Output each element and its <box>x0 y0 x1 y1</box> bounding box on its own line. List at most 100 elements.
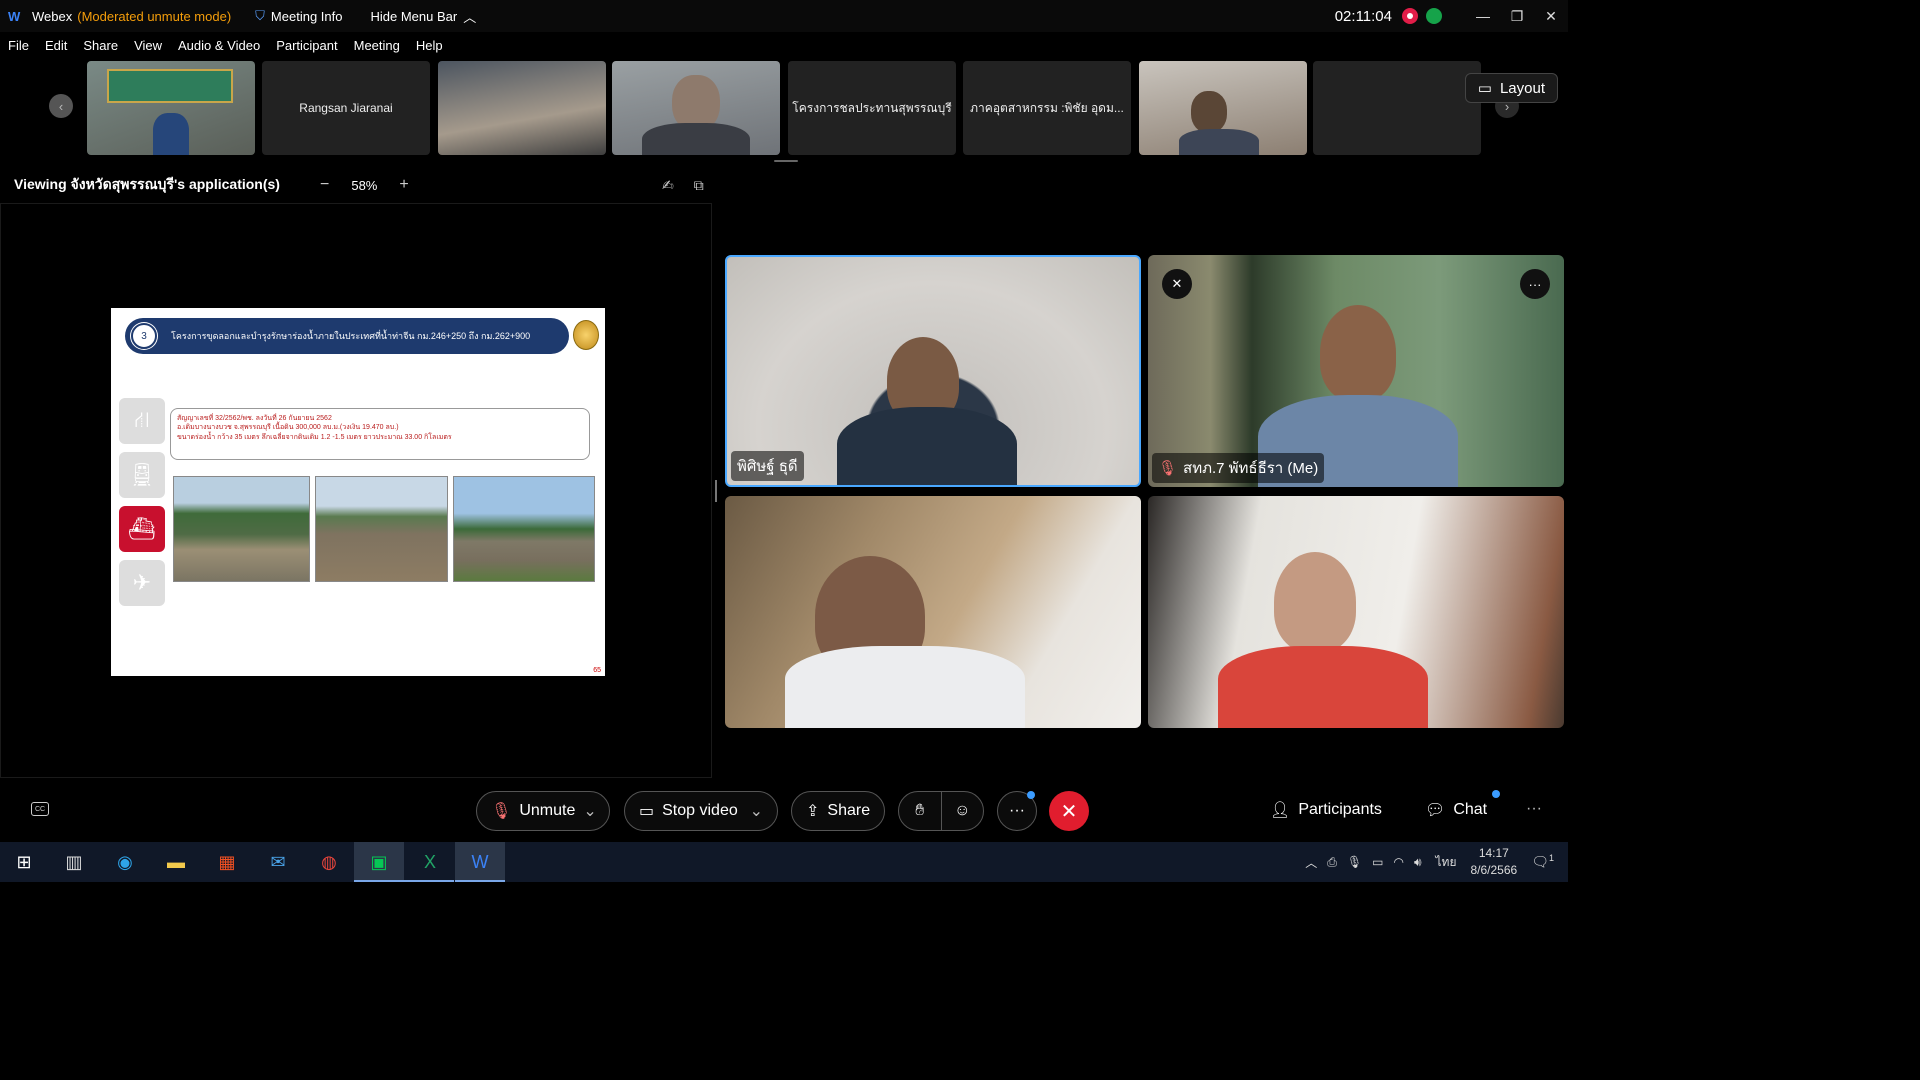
unpin-icon[interactable]: ✕ <box>1162 269 1192 299</box>
menu-view[interactable]: View <box>134 38 162 53</box>
video-name-label: 🎙︎ สทภ.7 พัทธ์ธีรา (Me) <box>1152 453 1325 483</box>
video-tile[interactable]: ✕ ··· 🎙︎ สทภ.7 พัทธ์ธีรา (Me) <box>1148 255 1564 487</box>
share-label: Share <box>827 802 871 819</box>
chrome-icon[interactable]: ◍ <box>315 848 343 876</box>
store-icon[interactable]: ▦ <box>213 848 241 876</box>
more-options-icon: ··· <box>1009 802 1025 819</box>
chevron-down-icon[interactable]: ⌄ <box>750 801 763 821</box>
filmstrip-tile[interactable]: ภาคอุตสาหกรรม :พิชัย อุดม... <box>963 61 1131 155</box>
participant-name: พิศิษฐ์ ธุดี <box>737 458 798 475</box>
chevron-up-icon[interactable]: ︿ <box>1305 854 1317 871</box>
menu-help[interactable]: Help <box>416 38 443 53</box>
layout-button[interactable]: ▭ Layout <box>1464 73 1558 103</box>
menu-bar: File Edit Share View Audio & Video Parti… <box>0 32 451 58</box>
pop-out-icon[interactable]: ⧉ <box>694 177 704 194</box>
filmstrip-tile[interactable]: Rangsan Jiaranai <box>262 61 430 155</box>
network-health-icon[interactable] <box>1426 8 1442 24</box>
notification-count: 1 <box>1548 853 1554 864</box>
mail-icon[interactable]: ✉ <box>264 848 292 876</box>
line-app-icon[interactable]: ▣ <box>365 848 393 876</box>
meet-icon[interactable]: ⎙ <box>1327 855 1337 870</box>
zoom-level[interactable]: 58% <box>351 178 377 193</box>
panel-splitter[interactable] <box>715 480 717 502</box>
filmstrip-tile[interactable] <box>612 61 780 155</box>
share-button[interactable]: ⇪ Share <box>791 791 885 831</box>
slide-header: 3 โครงการขุดลอกและบำรุงรักษาร่องน้ำภายใน… <box>125 318 569 354</box>
reactions-group: ✋︎ ☺ <box>898 791 984 831</box>
emblem-icon <box>573 320 599 350</box>
close-icon[interactable]: ✕ <box>1534 8 1568 25</box>
edge-browser-icon[interactable]: ◉ <box>111 848 139 876</box>
shared-content-area: 3 โครงการขุดลอกและบำรุงรักษาร่องน้ำภายใน… <box>0 203 712 778</box>
filmstrip-tile[interactable] <box>87 61 255 155</box>
filmstrip-tile[interactable]: โครงการชลประทานสุพรรณบุรี <box>788 61 956 155</box>
menu-edit[interactable]: Edit <box>45 38 67 53</box>
task-view-icon[interactable]: ▥ <box>60 848 88 876</box>
slide-line: อ.เดิมบางนางบวช จ.สุพรรณบุรี เนื้อดิน 30… <box>177 424 399 432</box>
video-tile[interactable]: พิศิษฐ์ ธุดี <box>725 255 1141 487</box>
raise-hand-icon[interactable]: ✋︎ <box>899 802 941 820</box>
annotate-icon[interactable]: ✍ <box>662 177 674 194</box>
hide-menu-bar-label: Hide Menu Bar <box>370 8 458 24</box>
filmstrip-resize-handle[interactable] <box>774 160 798 162</box>
filmstrip-prev-icon[interactable]: ‹ <box>49 94 73 118</box>
river-photo <box>453 476 595 582</box>
volume-icon[interactable]: 🔊︎ <box>1414 855 1422 870</box>
filmstrip-tile[interactable] <box>1139 61 1307 155</box>
file-explorer-icon[interactable]: ▬ <box>162 848 190 876</box>
close-icon: ✕ <box>1060 800 1078 823</box>
notification-dot <box>1027 791 1035 799</box>
more-panels-icon[interactable]: ··· <box>1526 800 1542 818</box>
ship-icon: ⛴ <box>119 506 165 552</box>
layout-icon: ▭ <box>1477 80 1492 97</box>
closed-captions-icon[interactable]: CC <box>31 802 49 816</box>
muted-mic-icon: 🎙︎ <box>491 803 512 820</box>
menu-meeting[interactable]: Meeting <box>354 38 400 53</box>
meeting-control-bar: CC 🎙︎ Unmute ⌄ ▭ Stop video ⌄ ⇪ Share ✋︎… <box>0 786 1568 836</box>
participant-video <box>1274 552 1356 652</box>
system-tray: ︿ ⎙ 🎙︎ ▭ ◠ 🔊︎ ไทย 14:17 8/6/2566 🗨︎1 <box>1305 842 1568 882</box>
windows-start-icon[interactable]: ⊞ <box>10 848 38 876</box>
more-options-icon[interactable]: ··· <box>1520 269 1550 299</box>
filmstrip-tile[interactable] <box>1313 61 1481 155</box>
zoom-in-button[interactable]: + <box>399 176 408 194</box>
participants-button[interactable]: 👤︎ Participants <box>1270 800 1382 820</box>
menu-share[interactable]: Share <box>83 38 118 53</box>
microphone-icon[interactable]: 🎙︎ <box>1347 855 1362 869</box>
title-bar: W Webex (Moderated unmute mode) ⛉ Meetin… <box>0 0 1568 32</box>
slide-line: ขนาดร่องน้ำ กว้าง 35 เมตร ลึกเฉลี่ยจากดิ… <box>177 433 452 441</box>
menu-audio-video[interactable]: Audio & Video <box>178 38 260 53</box>
filmstrip-tile-label: Rangsan Jiaranai <box>299 101 393 115</box>
chat-icon: 💬︎ <box>1425 802 1446 819</box>
video-tile[interactable] <box>1148 496 1564 728</box>
filmstrip-tile[interactable] <box>438 61 606 155</box>
menu-participant[interactable]: Participant <box>276 38 337 53</box>
chat-button[interactable]: 💬︎ Chat <box>1425 800 1487 820</box>
notifications-icon[interactable]: 🗨︎1 <box>1531 853 1554 871</box>
recording-icon[interactable] <box>1402 8 1418 24</box>
video-tile[interactable] <box>725 496 1141 728</box>
meeting-info-button[interactable]: ⛉ Meeting Info <box>255 8 342 24</box>
slide-page-number: 65 <box>593 667 601 674</box>
minimize-icon[interactable]: — <box>1466 8 1500 24</box>
battery-icon[interactable]: ▭ <box>1372 855 1383 869</box>
menu-file[interactable]: File <box>8 38 29 53</box>
stop-video-button[interactable]: ▭ Stop video ⌄ <box>624 791 778 831</box>
chevron-up-icon: ︿ <box>463 9 477 25</box>
viewing-title: Viewing จังหวัดสุพรรณบุรี's application(… <box>14 176 280 192</box>
input-language[interactable]: ไทย <box>1436 853 1457 872</box>
excel-icon[interactable]: X <box>416 848 444 876</box>
webex-app-icon[interactable]: W <box>466 848 494 876</box>
zoom-out-button[interactable]: − <box>320 176 329 194</box>
leave-meeting-button[interactable]: ✕ <box>1049 791 1089 831</box>
wifi-icon[interactable]: ◠ <box>1393 855 1403 869</box>
reactions-icon[interactable]: ☺ <box>941 802 983 820</box>
meeting-mode: (Moderated unmute mode) <box>77 8 232 24</box>
unmute-button[interactable]: 🎙︎ Unmute ⌄ <box>476 791 610 831</box>
filmstrip-tile-label: โครงการชลประทานสุพรรณบุรี <box>792 100 952 115</box>
system-clock[interactable]: 14:17 8/6/2566 <box>1470 845 1517 879</box>
restore-icon[interactable]: ❐ <box>1500 8 1534 25</box>
chevron-down-icon[interactable]: ⌄ <box>583 801 596 821</box>
hide-menu-bar-button[interactable]: Hide Menu Bar ︿ <box>370 7 476 26</box>
share-viewing-bar: Viewing จังหวัดสุพรรณบุรี's application(… <box>0 170 720 200</box>
